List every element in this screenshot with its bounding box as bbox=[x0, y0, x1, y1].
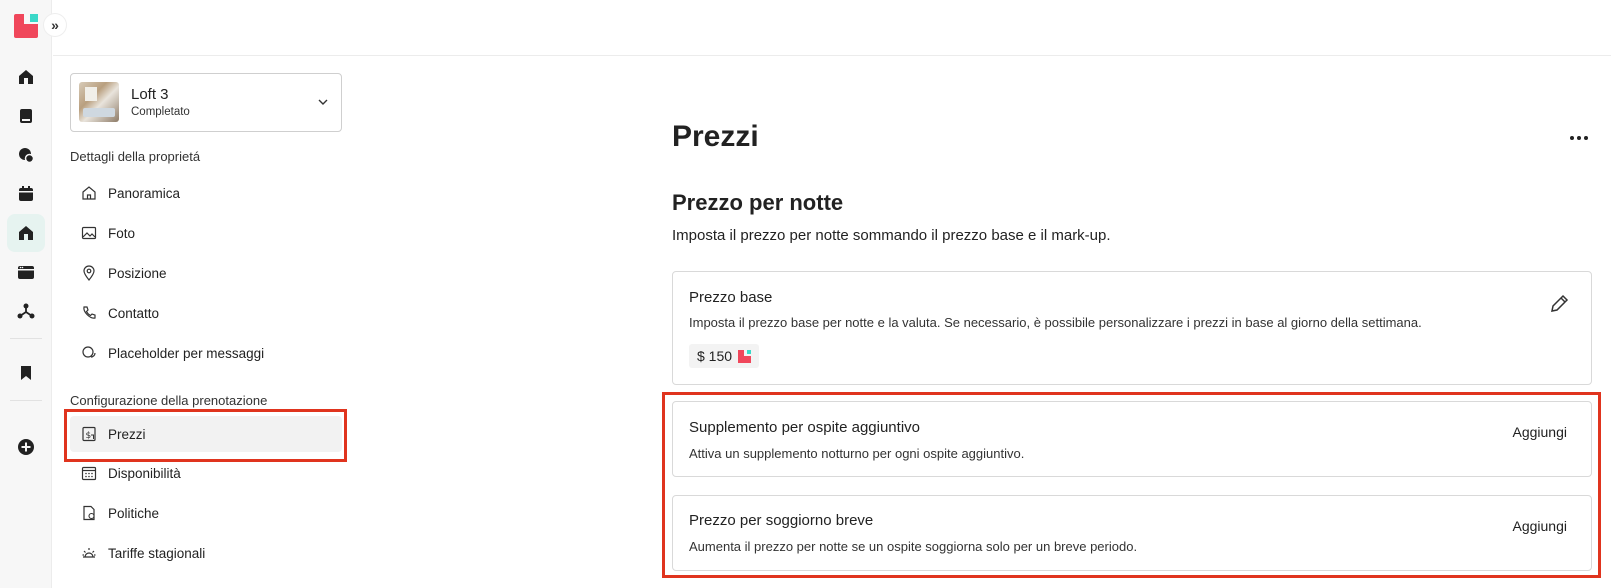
sidebar-section-title: Configurazione della prenotazione bbox=[70, 393, 268, 408]
home-icon[interactable] bbox=[10, 61, 42, 93]
sidebar-item-label: Placeholder per messaggi bbox=[108, 345, 265, 361]
rail-divider bbox=[10, 400, 42, 401]
app-logo-mini-icon bbox=[738, 349, 752, 363]
sidebar-item-label: Posizione bbox=[108, 265, 167, 281]
price-badge: $ 150 bbox=[689, 344, 760, 368]
page-title: Prezzi bbox=[672, 120, 759, 153]
card-description: Imposta il prezzo base per notte e la va… bbox=[689, 315, 1422, 330]
app-logo[interactable] bbox=[14, 14, 38, 38]
sidebar-item-label: Contatto bbox=[108, 305, 160, 321]
properties-icon[interactable] bbox=[7, 214, 45, 252]
integrations-icon[interactable] bbox=[10, 295, 42, 327]
sidebar-item-posizione[interactable]: Posizione bbox=[70, 255, 342, 291]
sidebar-item-label: Disponibilità bbox=[108, 465, 181, 481]
sidebar-item-foto[interactable]: Foto bbox=[70, 215, 342, 251]
document-check-icon bbox=[80, 504, 98, 522]
sun-icon bbox=[80, 544, 98, 562]
card-title: Prezzo base bbox=[689, 289, 773, 306]
sidebar-item-label: Foto bbox=[108, 225, 136, 241]
property-name: Loft 3 bbox=[131, 86, 169, 103]
section-heading: Prezzo per notte bbox=[672, 190, 844, 215]
base-price-card: Prezzo base Imposta il prezzo base per n… bbox=[672, 271, 1592, 385]
sidebar-item-label: Politiche bbox=[108, 505, 160, 521]
sidebar-item-panoramica[interactable]: Panoramica bbox=[70, 175, 342, 211]
property-thumbnail bbox=[79, 82, 119, 122]
calendar-icon[interactable] bbox=[10, 178, 42, 210]
top-bar bbox=[53, 0, 1611, 56]
sidebar-item-tariffe-stagionali[interactable]: Tariffe stagionali bbox=[70, 535, 342, 571]
add-circle-icon[interactable] bbox=[10, 431, 42, 463]
icon-rail: » bbox=[0, 0, 66, 588]
calendar-grid-icon bbox=[80, 464, 98, 482]
sidebar-item-label: Tariffe stagionali bbox=[108, 545, 206, 561]
sidebar-item-contatto[interactable]: Contatto bbox=[70, 295, 342, 331]
image-icon bbox=[80, 224, 98, 242]
rail-divider bbox=[10, 338, 42, 339]
property-status: Completato bbox=[131, 106, 190, 118]
chat-icon[interactable] bbox=[10, 139, 42, 171]
more-options-icon[interactable] bbox=[1565, 128, 1593, 148]
section-subtitle: Imposta il prezzo per notte sommando il … bbox=[672, 227, 1111, 244]
highlight-box-fee-cards bbox=[662, 392, 1601, 578]
bookmark-icon[interactable] bbox=[10, 357, 42, 389]
phone-icon bbox=[80, 304, 98, 322]
chat-bubbles-icon bbox=[80, 344, 98, 362]
price-value: $ 150 bbox=[697, 348, 733, 364]
location-pin-icon bbox=[80, 264, 98, 282]
home-outline-icon bbox=[80, 184, 98, 202]
browser-window-icon[interactable] bbox=[10, 256, 42, 288]
book-icon[interactable] bbox=[10, 100, 42, 132]
sidebar-item-politiche[interactable]: Politiche bbox=[70, 495, 342, 531]
sidebar-section-title: Dettagli della proprietá bbox=[70, 149, 201, 164]
sidebar-item-label: Panoramica bbox=[108, 185, 181, 201]
pencil-edit-icon[interactable] bbox=[1547, 292, 1571, 316]
sidebar-item-placeholder-messaggi[interactable]: Placeholder per messaggi bbox=[70, 335, 342, 371]
sidebar-item-disponibilita[interactable]: Disponibilità bbox=[70, 455, 342, 491]
property-selector[interactable]: Loft 3 Completato bbox=[70, 73, 342, 132]
chevron-down-icon bbox=[317, 95, 329, 113]
